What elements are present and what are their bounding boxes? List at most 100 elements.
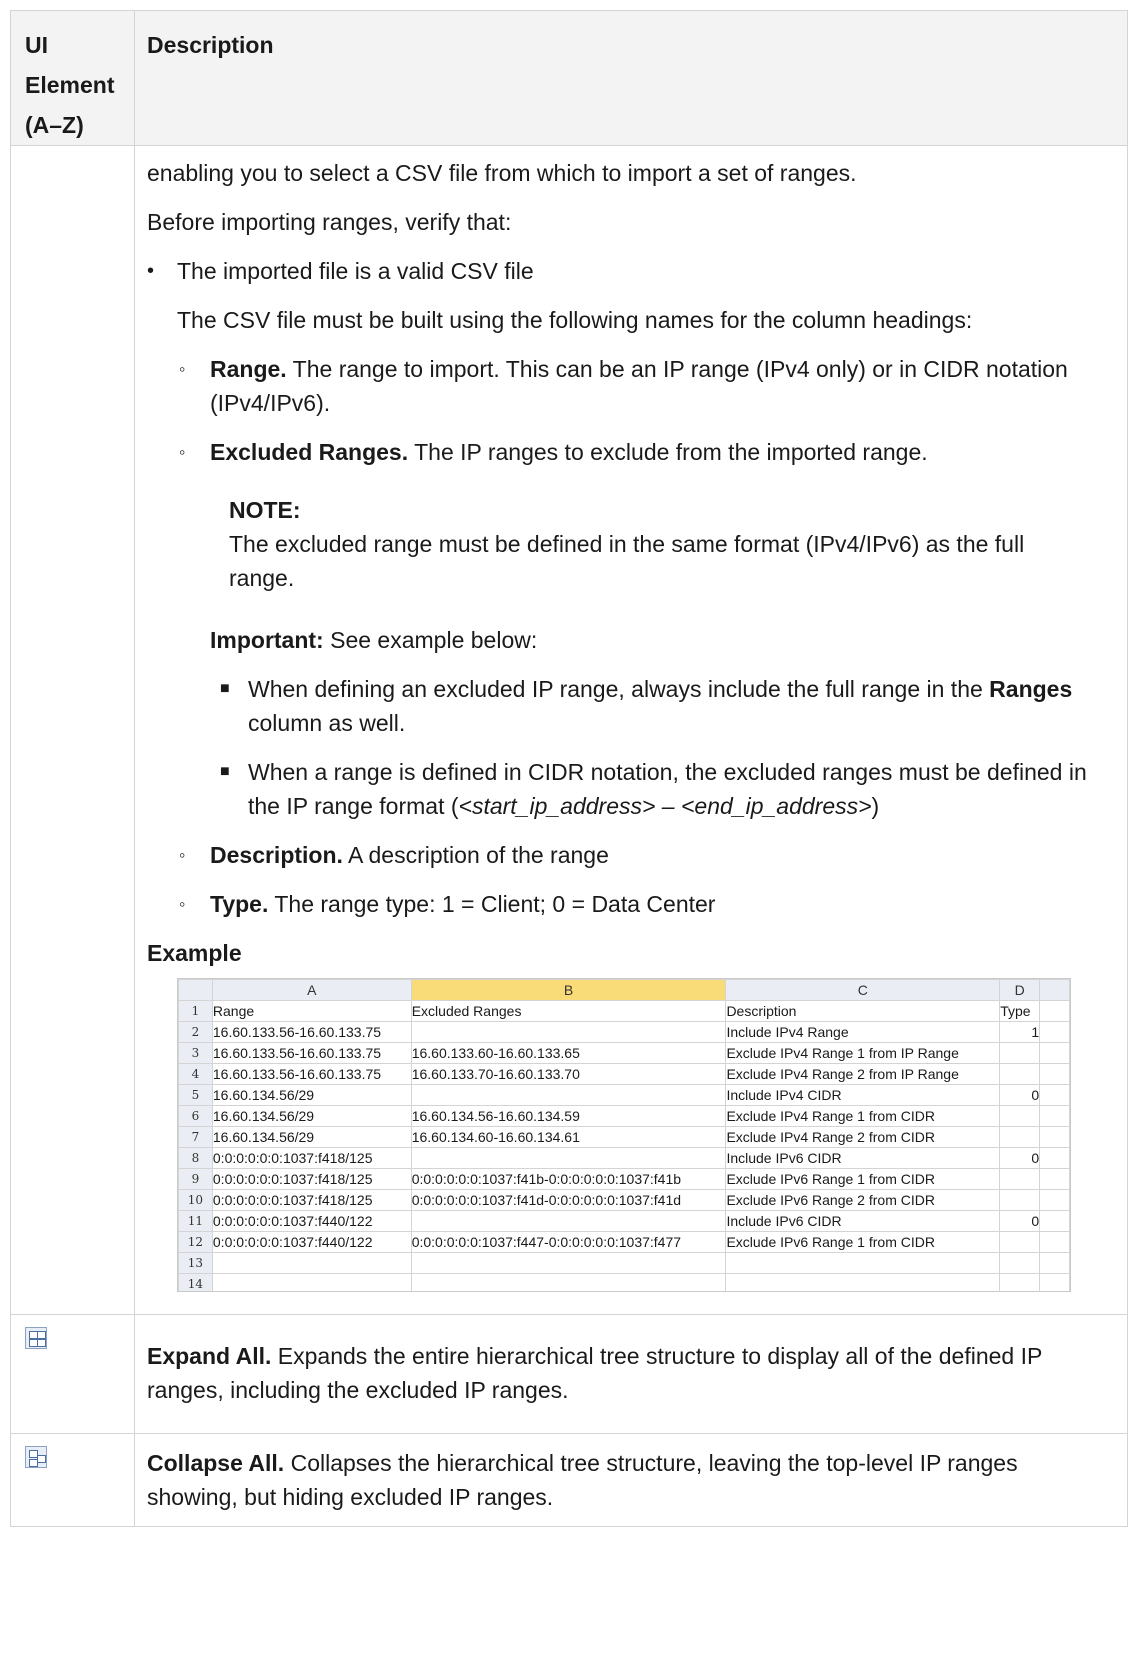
spreadsheet-cell: Exclude IPv4 Range 2 from CIDR [725, 1126, 1001, 1148]
expand-all-icon [25, 1327, 47, 1349]
spreadsheet-cell-empty [1039, 1063, 1070, 1085]
spreadsheet-cell: 16.60.133.70-16.60.133.70 [410, 1063, 727, 1085]
row-number: 3 [178, 1042, 213, 1064]
spreadsheet-cell-empty [1039, 1168, 1070, 1190]
spreadsheet-cell: Include IPv4 Range [725, 1021, 1001, 1043]
sub-item-cidr: ■ When a range is defined in CIDR notati… [147, 755, 1117, 823]
type-label: Type. [210, 891, 269, 917]
expand-all-row: Expand All. Expands the entire hierarchi… [10, 1314, 1128, 1434]
spreadsheet-row: 5 16.60.134.56/29 Include IPv4 CIDR 0 [178, 1084, 1070, 1106]
ui-element-table: UI Element (A–Z) Description enabling yo… [10, 10, 1128, 1527]
spreadsheet-row: 1 Range Excluded Ranges Description Type [178, 1000, 1070, 1022]
row-number: 8 [178, 1147, 213, 1169]
circle-bullet: ◦ [179, 845, 186, 865]
spreadsheet-cell: 0:0:0:0:0:0:1037:f418/125 [211, 1168, 412, 1190]
spreadsheet-cell [999, 1063, 1041, 1085]
sub1-text-a: When defining an excluded IP range, alwa… [248, 676, 983, 702]
column-header-a: A [211, 979, 412, 1001]
spreadsheet-cell: Exclude IPv4 Range 1 from CIDR [725, 1105, 1001, 1127]
spreadsheet-row: 12 0:0:0:0:0:0:1037:f440/122 0:0:0:0:0:0:1… [178, 1231, 1070, 1253]
example-title: Example [147, 936, 1117, 970]
spreadsheet-cell-empty [1039, 1042, 1070, 1064]
spreadsheet-cell [999, 1105, 1041, 1127]
spreadsheet-cell [410, 1147, 727, 1169]
collapse-all-label: Collapse All. [147, 1450, 285, 1476]
description-text: A description of the range [348, 842, 609, 868]
intro-line-2: Before importing ranges, verify that: [147, 209, 512, 235]
spreadsheet-row: 6 16.60.134.56/29 16.60.134.56-16.60.134.5… [178, 1105, 1070, 1127]
spreadsheet-cell-empty [1039, 1252, 1070, 1274]
square-bullet: ■ [220, 763, 230, 780]
spreadsheet-cell: 0:0:0:0:0:0:1037:f41b-0:0:0:0:0:0:1037:f… [410, 1168, 727, 1190]
spreadsheet-cell: 0 [999, 1084, 1041, 1106]
spreadsheet-column-headers: A B C D [178, 979, 1070, 1001]
spreadsheet-cell: Include IPv6 CIDR [725, 1210, 1001, 1232]
spreadsheet-cell [410, 1273, 727, 1291]
import-description-cell: enabling you to select a CSV file from w… [134, 145, 1128, 1315]
spreadsheet-row: 2 16.60.133.56-16.60.133.75 Include IPv4 R… [178, 1021, 1070, 1043]
row-number: 6 [178, 1105, 213, 1127]
spreadsheet-cell-empty [1039, 1273, 1070, 1291]
example-title-text: Example [147, 940, 242, 966]
spreadsheet-cell [999, 1168, 1041, 1190]
expand-all-text: Expands the entire hierarchical tree str… [147, 1343, 1042, 1403]
row-number: 9 [178, 1168, 213, 1190]
header-description: Description [134, 10, 1128, 146]
circle-bullet: ◦ [179, 359, 186, 379]
spreadsheet-cell: Range [211, 1000, 412, 1022]
range-label: Range. [210, 356, 287, 382]
spreadsheet-row: 4 16.60.133.56-16.60.133.75 16.60.133.70-1… [178, 1063, 1070, 1085]
spreadsheet-cell: 0:0:0:0:0:0:1037:f418/125 [211, 1189, 412, 1211]
spreadsheet-cell: 0 [999, 1210, 1041, 1232]
spreadsheet-cell-empty [1039, 1147, 1070, 1169]
spreadsheet-cell: 1 [999, 1021, 1041, 1043]
type-text: The range type: 1 = Client; 0 = Data Cen… [274, 891, 716, 917]
spreadsheet-cell [999, 1126, 1041, 1148]
list-item-type: ◦ Type. The range type: 1 = Client; 0 = … [147, 887, 1117, 921]
circle-bullet: ◦ [179, 442, 186, 462]
list-item-description: ◦ Description. A description of the rang… [147, 838, 1117, 872]
spreadsheet-cell: Exclude IPv6 Range 1 from CIDR [725, 1231, 1001, 1253]
description-label: Description. [210, 842, 343, 868]
table-header-row: UI Element (A–Z) Description [10, 10, 1128, 146]
column-header-c: C [725, 979, 1001, 1001]
row-number: 7 [178, 1126, 213, 1148]
spreadsheet-cell [410, 1021, 727, 1043]
spreadsheet-cell [410, 1084, 727, 1106]
spreadsheet-cell [211, 1273, 412, 1291]
spreadsheet-row: 3 16.60.133.56-16.60.133.75 16.60.133.60-1… [178, 1042, 1070, 1064]
csv-headings-text: The CSV file must be built using the fol… [177, 307, 973, 333]
circle-bullet: ◦ [179, 894, 186, 914]
column-header-d: D [999, 979, 1041, 1001]
spreadsheet-cell: 16.60.133.60-16.60.133.65 [410, 1042, 727, 1064]
sub2-text-c: ) [871, 793, 880, 819]
collapse-all-icon-cell [10, 1433, 135, 1527]
expand-all-icon-cell [10, 1314, 135, 1434]
spreadsheet-cell: Description [725, 1000, 1001, 1022]
spreadsheet-cell: 0 [999, 1147, 1041, 1169]
excluded-label: Excluded Ranges. [210, 439, 409, 465]
note-title: NOTE: [229, 497, 301, 523]
sub2-format: <start_ip_address> – <end_ip_address> [458, 793, 872, 819]
spreadsheet-cell: 0:0:0:0:0:0:1037:f418/125 [211, 1147, 412, 1169]
collapse-all-icon [25, 1446, 47, 1468]
spreadsheet-cell: 16.60.133.56-16.60.133.75 [211, 1021, 412, 1043]
spreadsheet-cell: 16.60.133.56-16.60.133.75 [211, 1042, 412, 1064]
square-bullet: ■ [220, 680, 230, 697]
row-number: 5 [178, 1084, 213, 1106]
spreadsheet-cell: 0:0:0:0:0:0:1037:f440/122 [211, 1210, 412, 1232]
spreadsheet-cell: Type [999, 1000, 1041, 1022]
row-number: 2 [178, 1021, 213, 1043]
range-text: The range to import. This can be an IP r… [210, 356, 1068, 416]
column-header-b: B [410, 979, 727, 1001]
spreadsheet-cell [410, 1210, 727, 1232]
spreadsheet-cell: Exclude IPv6 Range 2 from CIDR [725, 1189, 1001, 1211]
intro-line-1: enabling you to select a CSV file from w… [147, 160, 857, 186]
row-number: 4 [178, 1063, 213, 1085]
spreadsheet-cell: Excluded Ranges [410, 1000, 727, 1022]
spreadsheet-cell-empty [1039, 1126, 1070, 1148]
row-number: 12 [178, 1231, 213, 1253]
spreadsheet-cell: 16.60.134.60-16.60.134.61 [410, 1126, 727, 1148]
spreadsheet-cell: 16.60.134.56-16.60.134.59 [410, 1105, 727, 1127]
spreadsheet-cell: 0:0:0:0:0:0:1037:f447-0:0:0:0:0:0:1037:f… [410, 1231, 727, 1253]
